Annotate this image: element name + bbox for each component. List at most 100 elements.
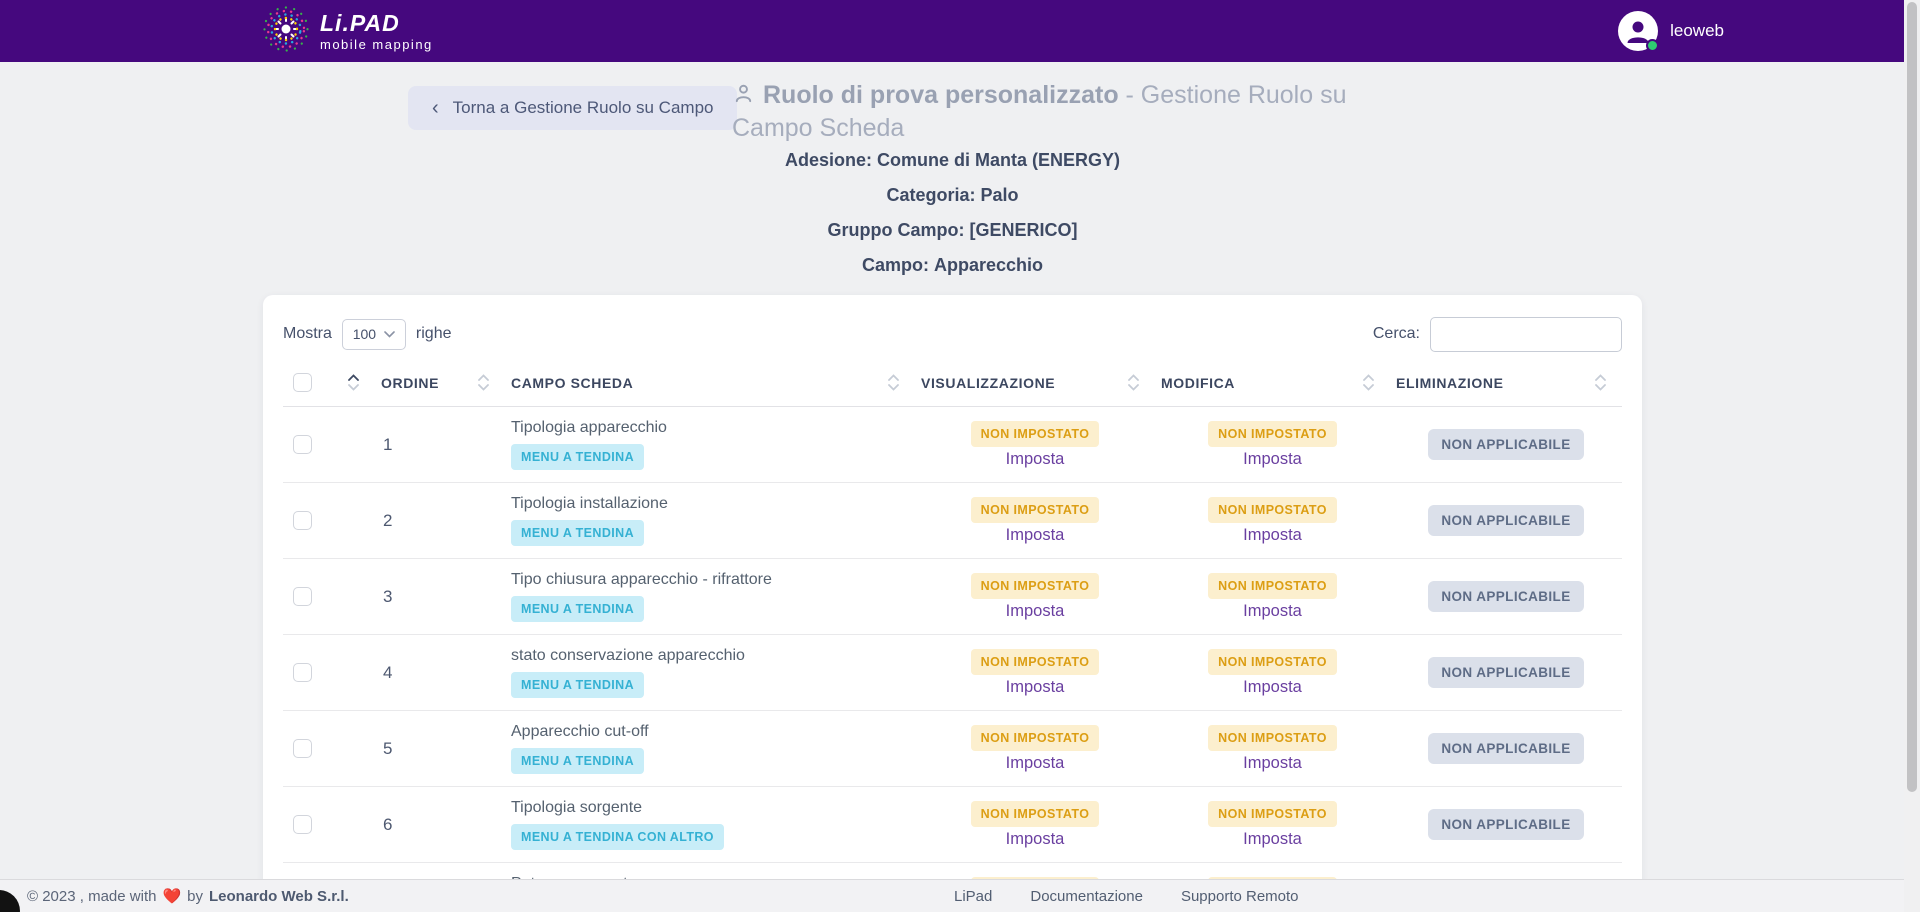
header-ordine[interactable]: ORDINE — [375, 365, 505, 407]
back-button[interactable]: ‹ Torna a Gestione Ruolo su Campo — [408, 86, 737, 130]
footer: © 2023 , made with ❤️ by Leonardo Web S.… — [0, 879, 1904, 912]
row-field-name: Tipologia installazione — [511, 495, 909, 513]
role-person-icon — [732, 82, 755, 113]
footer-link-documentazione[interactable]: Documentazione — [1030, 888, 1143, 905]
header-modifica[interactable]: MODIFICA — [1155, 365, 1390, 407]
row-eliminazione-cell: NON APPLICABILE — [1390, 559, 1622, 635]
row-field-type-badge: MENU A TENDINA — [511, 444, 644, 470]
search-input[interactable] — [1430, 317, 1622, 352]
row-eliminazione-cell: NON APPLICABILE — [1390, 635, 1622, 711]
visualizzazione-imposta-link[interactable]: Imposta — [1006, 754, 1065, 773]
back-button-label: Torna a Gestione Ruolo su Campo — [453, 98, 714, 118]
scrollbar-thumb[interactable] — [1907, 2, 1917, 792]
chevron-left-icon: ‹ — [432, 98, 439, 118]
table-row: 1 Tipologia apparecchio MENU A TENDINA N… — [283, 407, 1622, 483]
row-eliminazione-cell: NON APPLICABILE — [1390, 483, 1622, 559]
select-all-checkbox[interactable] — [293, 373, 312, 392]
sort-control[interactable] — [348, 374, 359, 391]
sort-control[interactable] — [1128, 374, 1139, 391]
sort-control[interactable] — [1363, 374, 1374, 391]
modifica-imposta-link[interactable]: Imposta — [1243, 602, 1302, 621]
modifica-imposta-link[interactable]: Imposta — [1243, 678, 1302, 697]
row-checkbox[interactable] — [293, 511, 312, 530]
row-field-type-badge: MENU A TENDINA — [511, 672, 644, 698]
row-field-type-badge: MENU A TENDINA — [511, 520, 644, 546]
navbar: Li.PAD mobile mapping leoweb — [0, 0, 1904, 62]
footer-link-supporto-remoto[interactable]: Supporto Remoto — [1181, 888, 1299, 905]
row-field-name: Tipologia apparecchio — [511, 419, 909, 437]
visualizzazione-imposta-link[interactable]: Imposta — [1006, 830, 1065, 849]
row-field-type-badge: MENU A TENDINA — [511, 596, 644, 622]
table-header-row: ORDINE CAMPO SCHEDA — [283, 365, 1622, 407]
row-checkbox[interactable] — [293, 435, 312, 454]
row-checkbox-cell — [283, 407, 375, 483]
show-label: Mostra — [283, 325, 332, 343]
visualizzazione-imposta-link[interactable]: Imposta — [1006, 678, 1065, 697]
modifica-imposta-link[interactable]: Imposta — [1243, 754, 1302, 773]
row-checkbox-cell — [283, 635, 375, 711]
table-row: 3 Tipo chiusura apparecchio - rifrattore… — [283, 559, 1622, 635]
row-campo-cell: Tipologia installazione MENU A TENDINA — [505, 483, 915, 559]
online-status-dot — [1646, 39, 1659, 52]
visualizzazione-imposta-link[interactable]: Imposta — [1006, 450, 1065, 469]
header-visualizzazione[interactable]: VISUALIZZAZIONE — [915, 365, 1155, 407]
row-campo-cell: stato conservazione apparecchio MENU A T… — [505, 635, 915, 711]
info-gruppo-campo: Gruppo Campo: [GENERICO] — [263, 220, 1642, 255]
heart-icon: ❤️ — [162, 887, 181, 905]
page-title: Ruolo di prova personalizzato - Gestione… — [732, 80, 1380, 144]
row-modifica-cell: NON IMPOSTATO Imposta — [1155, 635, 1390, 711]
row-checkbox[interactable] — [293, 739, 312, 758]
row-visualizzazione-cell: NON IMPOSTATO Imposta — [915, 711, 1155, 787]
eliminazione-badge: NON APPLICABILE — [1428, 581, 1583, 612]
header-campo-scheda[interactable]: CAMPO SCHEDA — [505, 365, 915, 407]
row-ordine: 2 — [375, 483, 505, 559]
rows-label: righe — [416, 325, 452, 343]
sort-control[interactable] — [1595, 374, 1606, 391]
row-visualizzazione-cell: NON IMPOSTATO Imposta — [915, 407, 1155, 483]
header-eliminazione[interactable]: ELIMINAZIONE — [1390, 365, 1622, 407]
eliminazione-badge: NON APPLICABILE — [1428, 505, 1583, 536]
row-ordine: 6 — [375, 787, 505, 863]
eliminazione-badge: NON APPLICABILE — [1428, 429, 1583, 460]
row-eliminazione-cell: NON APPLICABILE — [1390, 787, 1622, 863]
lipad-logo[interactable]: Li.PAD mobile mapping — [262, 5, 433, 58]
page-scrollbar[interactable] — [1904, 0, 1920, 912]
row-field-type-badge: MENU A TENDINA CON ALTRO — [511, 824, 724, 850]
visualizzazione-status-badge: NON IMPOSTATO — [971, 801, 1100, 827]
visualizzazione-imposta-link[interactable]: Imposta — [1006, 602, 1065, 621]
sort-control[interactable] — [888, 374, 899, 391]
row-field-name: Tipologia sorgente — [511, 799, 909, 817]
search-label: Cerca: — [1373, 325, 1420, 343]
modifica-imposta-link[interactable]: Imposta — [1243, 450, 1302, 469]
modifica-status-badge: NON IMPOSTATO — [1208, 725, 1337, 751]
row-checkbox[interactable] — [293, 587, 312, 606]
row-ordine: 5 — [375, 711, 505, 787]
user-avatar — [1618, 11, 1658, 51]
row-field-type-badge: MENU A TENDINA — [511, 748, 644, 774]
row-checkbox-cell — [283, 483, 375, 559]
logo-subtitle: mobile mapping — [320, 38, 433, 51]
eliminazione-badge: NON APPLICABILE — [1428, 657, 1583, 688]
visualizzazione-status-badge: NON IMPOSTATO — [971, 649, 1100, 675]
row-ordine: 1 — [375, 407, 505, 483]
row-visualizzazione-cell: NON IMPOSTATO Imposta — [915, 787, 1155, 863]
role-name: Ruolo di prova personalizzato — [763, 81, 1119, 109]
sort-control[interactable] — [478, 374, 489, 391]
visualizzazione-status-badge: NON IMPOSTATO — [971, 497, 1100, 523]
modifica-imposta-link[interactable]: Imposta — [1243, 830, 1302, 849]
row-eliminazione-cell: NON APPLICABILE — [1390, 407, 1622, 483]
visualizzazione-imposta-link[interactable]: Imposta — [1006, 526, 1065, 545]
logo-title: Li.PAD — [320, 12, 433, 35]
modifica-status-badge: NON IMPOSTATO — [1208, 573, 1337, 599]
footer-link-lipad[interactable]: LiPad — [954, 888, 992, 905]
modifica-status-badge: NON IMPOSTATO — [1208, 497, 1337, 523]
row-checkbox[interactable] — [293, 815, 312, 834]
modifica-imposta-link[interactable]: Imposta — [1243, 526, 1302, 545]
row-modifica-cell: NON IMPOSTATO Imposta — [1155, 483, 1390, 559]
row-checkbox[interactable] — [293, 663, 312, 682]
row-field-name: Tipo chiusura apparecchio - rifrattore — [511, 571, 909, 589]
page-size-select[interactable]: 100 — [342, 319, 406, 350]
modifica-status-badge: NON IMPOSTATO — [1208, 801, 1337, 827]
row-ordine: 4 — [375, 635, 505, 711]
user-menu[interactable]: leoweb — [1618, 11, 1724, 51]
